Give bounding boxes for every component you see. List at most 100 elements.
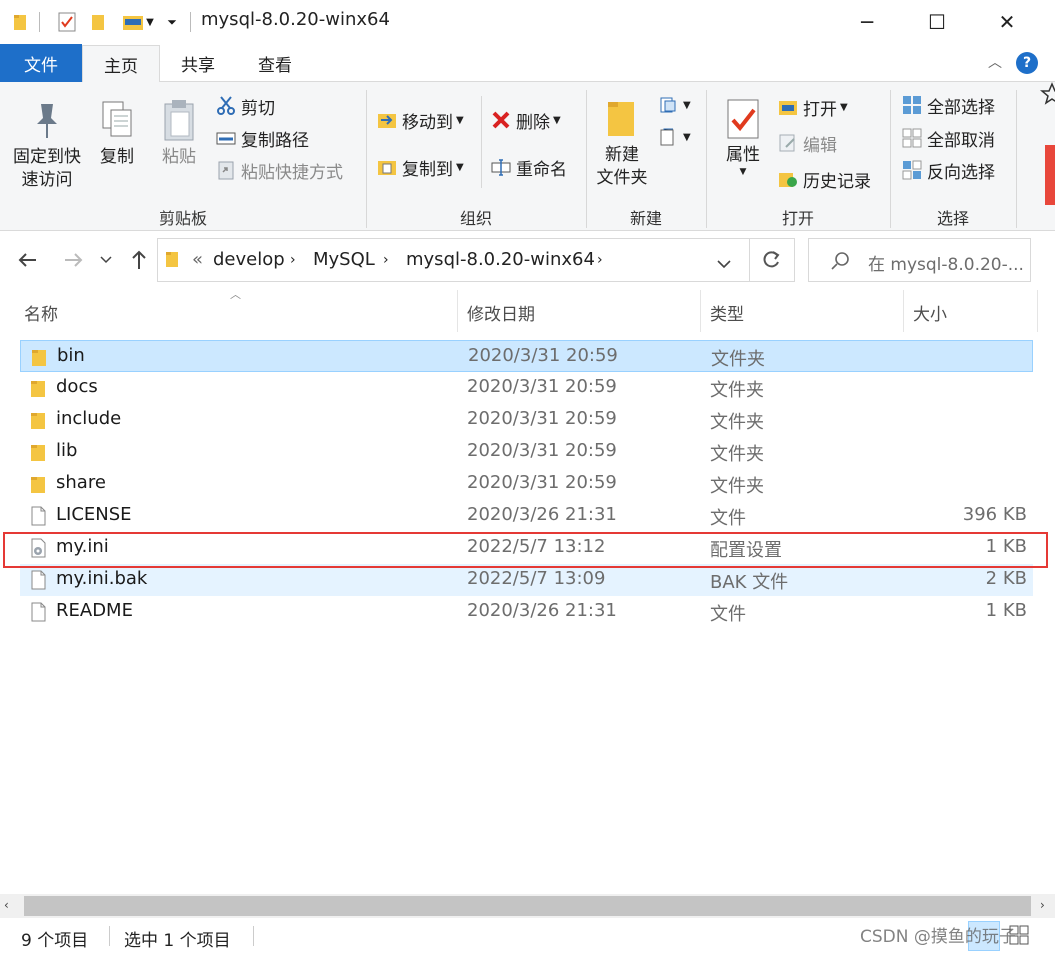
file-row[interactable]: LICENSE 2020/3/26 21:31 文件 396 KB (20, 500, 1033, 532)
column-header-type[interactable]: 类型 (710, 300, 744, 325)
window-title: mysql-8.0.20-winx64 (201, 9, 390, 30)
paste-icon (164, 100, 194, 141)
tab-view[interactable]: 查看 (236, 45, 314, 82)
breadcrumb-separator-icon[interactable]: › (597, 252, 603, 268)
paste-shortcut-icon (218, 161, 234, 180)
copy-to-button[interactable]: 复制到 ▼ (377, 152, 464, 182)
tab-share[interactable]: 共享 (160, 45, 236, 82)
pin-icon (37, 104, 57, 138)
chevron-down-icon: ▼ (840, 101, 848, 113)
up-button[interactable] (124, 246, 154, 274)
open-button[interactable]: 打开 ▼ (778, 92, 848, 122)
breadcrumb-current[interactable]: mysql-8.0.20-winx64 (406, 249, 595, 270)
move-to-button[interactable]: 移动到 ▼ (377, 105, 464, 135)
customize-toolbar-icon[interactable]: ⏷ (164, 10, 180, 34)
column-header-name[interactable]: 名称 (24, 300, 58, 325)
tab-home[interactable]: 主页 (82, 45, 160, 83)
quick-access-dropdown[interactable]: ▼ (118, 10, 158, 34)
maximize-button[interactable]: ☐ (902, 0, 972, 44)
refresh-button[interactable] (760, 249, 782, 275)
tab-file[interactable]: 文件 (0, 44, 82, 82)
file-row[interactable]: include 2020/3/31 20:59 文件夹 (20, 404, 1033, 436)
new-folder-quick-icon[interactable] (89, 10, 107, 34)
select-all-button[interactable]: 全部选择 (902, 90, 995, 120)
rename-icon (491, 159, 511, 176)
file-type: 文件 (710, 508, 746, 529)
breadcrumb-separator-icon[interactable]: › (290, 252, 296, 268)
folder-icon (32, 350, 46, 366)
new-item-button[interactable]: ▼ (658, 90, 691, 120)
breadcrumb-develop[interactable]: develop (213, 249, 285, 270)
breadcrumb-separator-icon[interactable]: › (383, 252, 389, 268)
copy-path-button[interactable]: 复制路径 (216, 123, 309, 153)
edit-button[interactable]: 编辑 (778, 128, 837, 158)
search-input[interactable]: 在 mysql-8.0.20-... (868, 250, 1024, 275)
rename-button[interactable]: 重命名 (491, 152, 567, 182)
pin-quick-access-button[interactable]: 固定到快 速访问 (8, 98, 86, 192)
scroll-left-icon[interactable]: ‹ (4, 898, 9, 912)
easy-access-button[interactable]: ▼ (658, 122, 691, 152)
copy-button[interactable]: 复制 (92, 98, 142, 169)
scrollbar-thumb[interactable] (24, 896, 1031, 916)
column-header-date[interactable]: 修改日期 (467, 300, 535, 325)
properties-button[interactable]: 属性 ▼ (716, 96, 770, 177)
easy-access-icon (660, 128, 674, 146)
file-name: docs (56, 376, 98, 397)
forward-button[interactable] (58, 246, 88, 274)
paste-button[interactable]: 粘贴 (154, 98, 204, 169)
file-row[interactable]: my.ini.bak 2022/5/7 13:09 BAK 文件 2 KB (20, 564, 1033, 596)
column-header-size[interactable]: 大小 (913, 300, 947, 325)
recent-locations-button[interactable] (94, 246, 118, 274)
address-history-dropdown[interactable] (716, 254, 732, 273)
sort-ascending-icon: ︿ (230, 288, 241, 301)
paste-shortcut-button[interactable]: 粘贴快捷方式 (216, 155, 343, 185)
group-label-clipboard: 剪贴板 (158, 209, 207, 228)
minimize-button[interactable]: ─ (832, 0, 902, 44)
file-name: LICENSE (56, 504, 132, 525)
file-row[interactable]: share 2020/3/31 20:59 文件夹 (20, 468, 1033, 500)
background-app-red-strip (1045, 145, 1055, 205)
file-row[interactable]: README 2020/3/26 21:31 文件 1 KB (20, 596, 1033, 628)
file-icon (31, 506, 46, 526)
back-button[interactable] (13, 246, 43, 274)
file-date: 2020/3/26 21:31 (467, 600, 617, 621)
close-button[interactable]: ✕ (972, 0, 1042, 44)
file-row[interactable]: lib 2020/3/31 20:59 文件夹 (20, 436, 1033, 468)
file-type: 文件 (710, 604, 746, 625)
select-none-button[interactable]: 全部取消 (902, 123, 995, 153)
breadcrumb-overflow[interactable]: « (192, 249, 203, 270)
delete-button[interactable]: 删除 ▼ (491, 105, 561, 135)
file-date: 2020/3/31 20:59 (467, 472, 617, 493)
file-date: 2022/5/7 13:09 (467, 568, 606, 589)
file-row[interactable]: bin 2020/3/31 20:59 文件夹 (20, 340, 1033, 372)
folder-icon (31, 381, 45, 397)
new-folder-label: 新建 文件夹 (596, 145, 648, 188)
chevron-down-icon: ▼ (456, 114, 464, 126)
history-button[interactable]: 历史记录 (778, 164, 871, 194)
file-icon (31, 570, 46, 590)
file-name: my.ini.bak (56, 568, 148, 589)
folder-icon (31, 477, 45, 493)
file-type: BAK 文件 (710, 572, 789, 593)
background-app-star-icon (1040, 82, 1055, 114)
group-label-new: 新建 (629, 209, 662, 228)
file-row[interactable]: docs 2020/3/31 20:59 文件夹 (20, 372, 1033, 404)
delete-label: 删除 (516, 112, 550, 133)
new-folder-button[interactable]: 新建 文件夹 (590, 96, 654, 190)
cut-button[interactable]: 剪切 (216, 91, 275, 121)
invert-selection-button[interactable]: 反向选择 (902, 155, 995, 185)
paste-shortcut-label: 粘贴快捷方式 (241, 162, 343, 183)
collapse-ribbon-icon[interactable]: ︿ (985, 52, 1005, 72)
file-name: lib (56, 440, 78, 461)
breadcrumb-mysql[interactable]: MySQL (313, 249, 375, 270)
file-size: 1 KB (985, 600, 1027, 621)
status-selected-count: 选中 1 个项目 (124, 931, 231, 951)
scroll-right-icon[interactable]: › (1040, 898, 1045, 912)
copy-path-icon (216, 132, 236, 145)
help-icon[interactable]: ? (1016, 52, 1038, 74)
properties-quick-icon[interactable] (56, 10, 78, 34)
group-label-select: 选择 (936, 209, 969, 228)
annotation-highlight-box (3, 532, 1048, 568)
file-type: 文件夹 (710, 380, 764, 401)
chevron-down-icon: ▼ (553, 114, 561, 126)
